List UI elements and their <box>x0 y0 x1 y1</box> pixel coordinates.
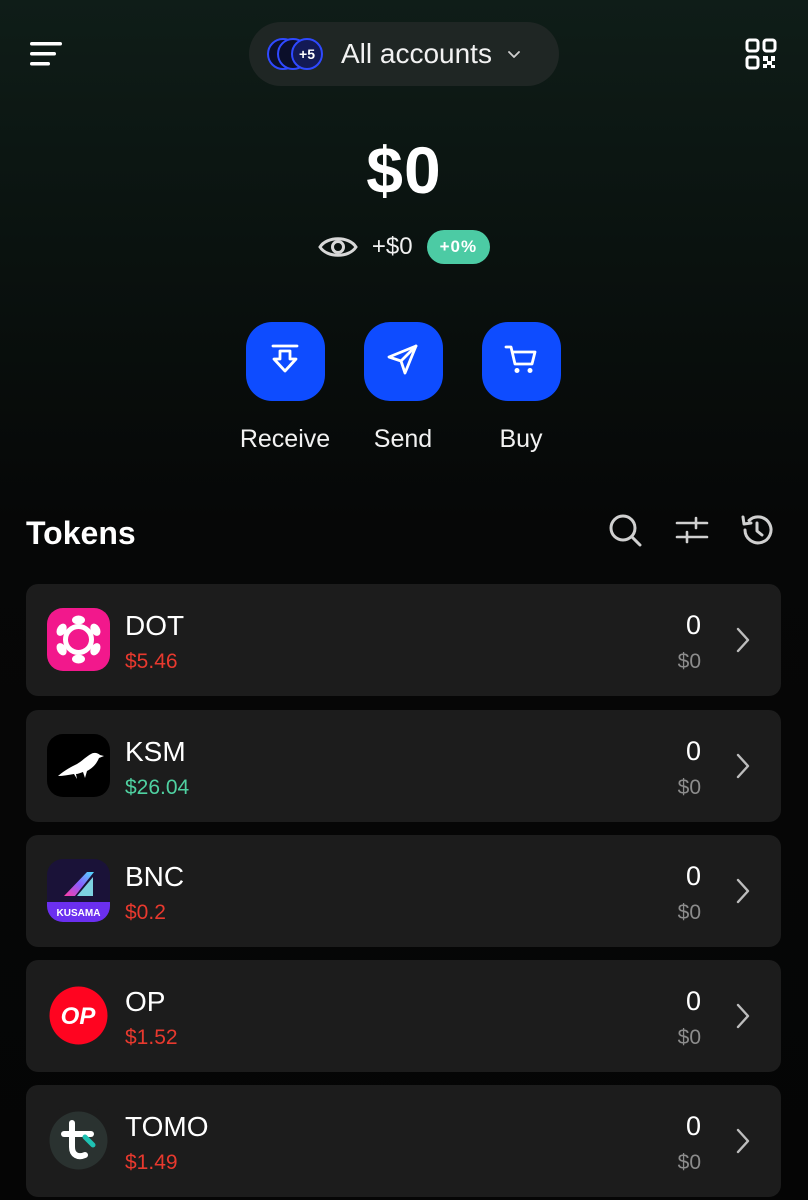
token-row-tomo[interactable]: TOMO $1.49 0 $0 <box>26 1085 781 1197</box>
receive-label[interactable]: Receive <box>225 425 345 454</box>
chevron-right-icon <box>735 752 751 780</box>
cart-icon <box>503 341 539 382</box>
filter-sliders-icon[interactable] <box>674 512 710 548</box>
token-symbol: TOMO <box>125 1111 209 1142</box>
account-selector-label: All accounts <box>341 38 492 69</box>
tomo-logo-icon <box>47 1109 110 1172</box>
token-value: $0 <box>677 776 701 799</box>
token-symbol: BNC <box>125 861 185 892</box>
token-balance: 0 <box>685 1111 701 1141</box>
token-value: $0 <box>677 901 701 924</box>
send-action: Send <box>343 322 463 454</box>
send-button[interactable] <box>363 322 443 401</box>
balance-change-amount: +$0 <box>371 233 413 260</box>
receive-action: Receive <box>225 322 345 454</box>
token-price: $5.46 <box>125 650 178 673</box>
receive-button[interactable] <box>245 322 325 401</box>
account-avatars: +5 <box>267 34 337 74</box>
token-row-bnc[interactable]: KUSAMA BNC $0.2 0 $0 <box>26 835 781 947</box>
buy-action: Buy <box>461 322 581 454</box>
token-price: $26.04 <box>125 776 190 799</box>
send-icon <box>385 341 421 382</box>
chevron-right-icon <box>735 1127 751 1155</box>
receive-icon <box>267 341 303 382</box>
chevron-right-icon <box>735 626 751 654</box>
token-price: $0.2 <box>125 901 166 924</box>
token-symbol: KSM <box>125 736 186 767</box>
token-row-dot[interactable]: DOT $5.46 0 $0 <box>26 584 781 696</box>
chevron-down-icon <box>506 46 522 62</box>
balance-change-row: +$0 +0% <box>0 230 808 264</box>
eye-icon[interactable] <box>318 232 358 262</box>
token-value: $0 <box>677 650 701 673</box>
buy-label[interactable]: Buy <box>461 425 581 454</box>
tokens-section-title: Tokens <box>26 515 136 551</box>
buy-button[interactable] <box>481 322 561 401</box>
token-balance: 0 <box>685 736 701 766</box>
menu-icon[interactable] <box>26 36 66 72</box>
token-balance: 0 <box>685 610 701 640</box>
history-icon[interactable] <box>739 512 775 548</box>
op-logo-text: OP <box>61 1003 97 1030</box>
chevron-right-icon <box>735 1002 751 1030</box>
send-label[interactable]: Send <box>343 425 463 454</box>
account-selector[interactable]: +5 All accounts <box>249 22 559 86</box>
qr-code-icon[interactable] <box>745 38 777 70</box>
ksm-bird-logo-icon <box>47 734 110 797</box>
token-balance: 0 <box>685 861 701 891</box>
chevron-right-icon <box>735 877 751 905</box>
more-accounts-badge: +5 <box>291 38 323 70</box>
token-row-ksm[interactable]: KSM $26.04 0 $0 <box>26 710 781 822</box>
search-icon[interactable] <box>607 512 643 548</box>
token-symbol: DOT <box>125 610 185 641</box>
token-symbol: OP <box>125 986 166 1017</box>
token-value: $0 <box>677 1026 701 1049</box>
bnc-logo-icon: KUSAMA <box>47 859 110 922</box>
total-balance: $0 <box>366 133 442 207</box>
token-price: $1.49 <box>125 1151 178 1174</box>
dot-logo-icon <box>47 608 110 671</box>
token-balance: 0 <box>685 986 701 1016</box>
op-logo-icon: OP <box>47 984 110 1047</box>
token-value: $0 <box>677 1151 701 1174</box>
bnc-logo-text: KUSAMA <box>57 908 101 919</box>
token-row-op[interactable]: OP OP $1.52 0 $0 <box>26 960 781 1072</box>
token-price: $1.52 <box>125 1026 178 1049</box>
balance-change-percent-badge: +0% <box>426 230 491 264</box>
